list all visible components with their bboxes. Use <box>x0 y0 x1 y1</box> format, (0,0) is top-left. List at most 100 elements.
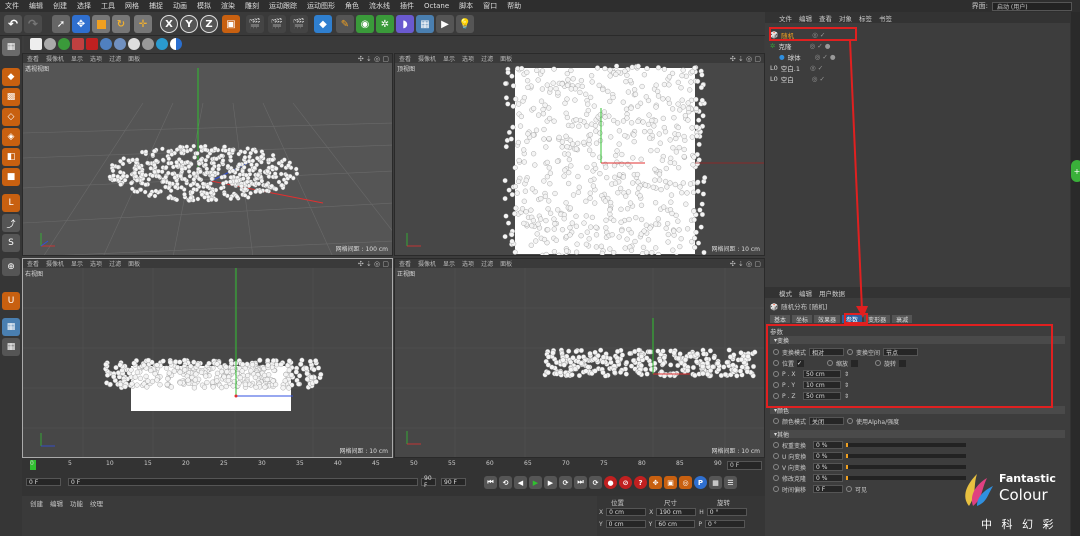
object-menu-item[interactable]: 文件 <box>779 13 792 23</box>
add-panel-icon[interactable]: + <box>1071 160 1080 182</box>
menu-item[interactable]: 模拟 <box>192 1 216 11</box>
visibility-icon[interactable]: ◎ ✓ ● <box>815 53 836 61</box>
grid-lock-icon[interactable]: ▦ <box>2 318 20 336</box>
material-menu-item[interactable]: 功能 <box>70 498 83 508</box>
axis-x-button[interactable]: X <box>160 15 178 33</box>
viewport-menu-item[interactable]: 面板 <box>500 54 512 63</box>
u-slider[interactable] <box>846 454 966 458</box>
anim-dot[interactable] <box>773 442 779 448</box>
object-row-null1[interactable]: L0 空白.1 ◎ ✓ <box>770 62 823 73</box>
viewport-menu-item[interactable]: 查看 <box>399 54 411 63</box>
object-menu-item[interactable]: 书签 <box>879 13 892 23</box>
menu-item[interactable]: 选择 <box>72 1 96 11</box>
deformer-icon[interactable]: ◗ <box>396 15 414 33</box>
anim-dot[interactable] <box>773 418 779 424</box>
viewport-menu-item[interactable]: 面板 <box>128 259 140 268</box>
texture-mode-icon[interactable]: ▩ <box>2 88 20 106</box>
axis-z-button[interactable]: Z <box>200 15 218 33</box>
cloner-icon[interactable]: ✲ <box>376 15 394 33</box>
object-menu-item[interactable]: 编辑 <box>799 13 812 23</box>
viewport-menu-item[interactable]: 查看 <box>27 54 39 63</box>
viewport-nav-icons[interactable]: ✣ ⇣ ◎ ▢ <box>730 55 761 63</box>
viewport-menu-item[interactable]: 过滤 <box>109 259 121 268</box>
anim-dot[interactable] <box>847 418 854 424</box>
layout-dropdown[interactable]: 启动 (用户) <box>992 1 1072 11</box>
rot-p-field[interactable]: 0 ° <box>704 520 745 528</box>
sphere-shade-icon[interactable] <box>100 38 112 50</box>
pen-icon[interactable]: ✎ <box>336 15 354 33</box>
menu-item[interactable]: 脚本 <box>454 1 478 11</box>
coord-system-icon[interactable]: ▣ <box>222 15 240 33</box>
anim-dot[interactable] <box>773 475 779 481</box>
attribute-tab[interactable]: 效果器 <box>814 315 841 324</box>
grid-icon[interactable]: ▦ <box>2 338 20 356</box>
frame-field[interactable]: 0 F <box>727 461 762 470</box>
param-key-icon[interactable]: P <box>694 476 707 489</box>
menu-item[interactable]: 角色 <box>340 1 364 11</box>
viewport-menu-item[interactable]: 选项 <box>90 54 102 63</box>
menu-item[interactable]: 编辑 <box>24 1 48 11</box>
subdivision-icon[interactable]: ◉ <box>356 15 374 33</box>
make-editable-icon[interactable]: ▦ <box>2 38 20 56</box>
polygons-mode-icon[interactable]: ■ <box>2 168 20 186</box>
sphere-teal-icon[interactable] <box>156 38 168 50</box>
rot-h-field[interactable]: 0 ° <box>706 508 747 516</box>
anim-dot[interactable] <box>846 486 852 492</box>
visibility-icon[interactable]: ◎ ✓ ● <box>809 42 830 50</box>
viewport-nav-icons[interactable]: ✣ ⇣ ◎ ▢ <box>730 260 761 268</box>
size-y-field[interactable]: 60 cm <box>655 520 696 528</box>
anim-dot[interactable] <box>773 453 779 459</box>
camera-icon[interactable]: ▶ <box>436 15 454 33</box>
viewport-perspective[interactable]: 查看 摄像机 显示 选项 过滤 面板 ✣ ⇣ ◎ ▢ 透视视图 网格间距 : 100 cm <box>22 53 393 256</box>
axis-y-button[interactable]: Y <box>180 15 198 33</box>
material-menu-item[interactable]: 纹理 <box>90 498 103 508</box>
object-row-cloner[interactable]: ✲ 克隆 ◎ ✓ ● <box>770 40 830 51</box>
end-frame-field[interactable]: 90 F <box>441 478 466 486</box>
viewport-menu-item[interactable]: 摄像机 <box>418 54 436 63</box>
viewport-menu-item[interactable]: 选项 <box>90 259 102 268</box>
menu-item[interactable]: 流水线 <box>364 1 395 11</box>
model-mode-icon[interactable]: ◆ <box>2 68 20 86</box>
viewport-menu-item[interactable]: 过滤 <box>481 259 493 268</box>
viewport-menu-item[interactable]: 选项 <box>462 259 474 268</box>
material-menu-item[interactable]: 创建 <box>30 498 43 508</box>
floor-icon[interactable]: ▦ <box>416 15 434 33</box>
menu-item[interactable]: Octane <box>419 2 454 10</box>
layout-selector[interactable]: 界面: 启动 (用户) <box>972 1 1080 11</box>
sphere-light-icon[interactable] <box>114 38 126 50</box>
weight-slider[interactable] <box>846 443 966 447</box>
attribute-tab[interactable]: 坐标 <box>792 315 813 324</box>
menu-item[interactable]: 创建 <box>48 1 72 11</box>
viewport-menu-item[interactable]: 查看 <box>399 259 411 268</box>
goto-start-icon[interactable]: ⏮ <box>484 476 497 489</box>
anim-dot[interactable] <box>773 464 779 470</box>
pos-x-field[interactable]: 0 cm <box>606 508 647 516</box>
viewport-menu-item[interactable]: 过滤 <box>109 54 121 63</box>
menu-item[interactable]: 网格 <box>120 1 144 11</box>
pla-key-icon[interactable]: ▦ <box>709 476 722 489</box>
timeline-ruler[interactable]: 0 5 10 15 20 25 30 35 40 45 50 55 60 65 70 75 80 85 90 <box>30 460 750 474</box>
undo-icon[interactable]: ↶ <box>4 15 22 33</box>
attribute-tab[interactable]: 基本 <box>770 315 791 324</box>
shading-icon[interactable] <box>44 38 56 50</box>
start-frame-field[interactable]: 0 F <box>26 478 61 486</box>
cube-icon[interactable]: ◆ <box>314 15 332 33</box>
viewport-menu-item[interactable]: 摄像机 <box>46 54 64 63</box>
workplane-icon[interactable]: ◇ <box>2 108 20 126</box>
prev-key-icon[interactable]: ⟲ <box>499 476 512 489</box>
viewport-right[interactable]: 查看 摄像机 显示 选项 过滤 面板 ✣ ⇣ ◎ ▢ 右视图 网格间距 : 10 cm <box>22 258 393 458</box>
play-icon[interactable]: ▶ <box>529 476 542 489</box>
menu-item[interactable]: 渲染 <box>216 1 240 11</box>
select-tool-icon[interactable]: ➚ <box>52 15 70 33</box>
attribute-tab[interactable]: 衰减 <box>892 315 913 324</box>
object-menu-item[interactable]: 查看 <box>819 13 832 23</box>
viewport-menu-item[interactable]: 显示 <box>443 54 455 63</box>
sphere-gray-icon[interactable] <box>142 38 154 50</box>
pos-y-field[interactable]: 0 cm <box>605 520 646 528</box>
other-section[interactable]: ▾ 其他 <box>770 430 1065 439</box>
axis-mode-icon[interactable]: L <box>2 194 20 212</box>
auto-key-icon[interactable]: ⊘ <box>619 476 632 489</box>
viewport-menu-item[interactable]: 选项 <box>462 54 474 63</box>
viewport-menu-item[interactable]: 查看 <box>27 259 39 268</box>
attribute-menu-item[interactable]: 用户数据 <box>819 288 845 298</box>
